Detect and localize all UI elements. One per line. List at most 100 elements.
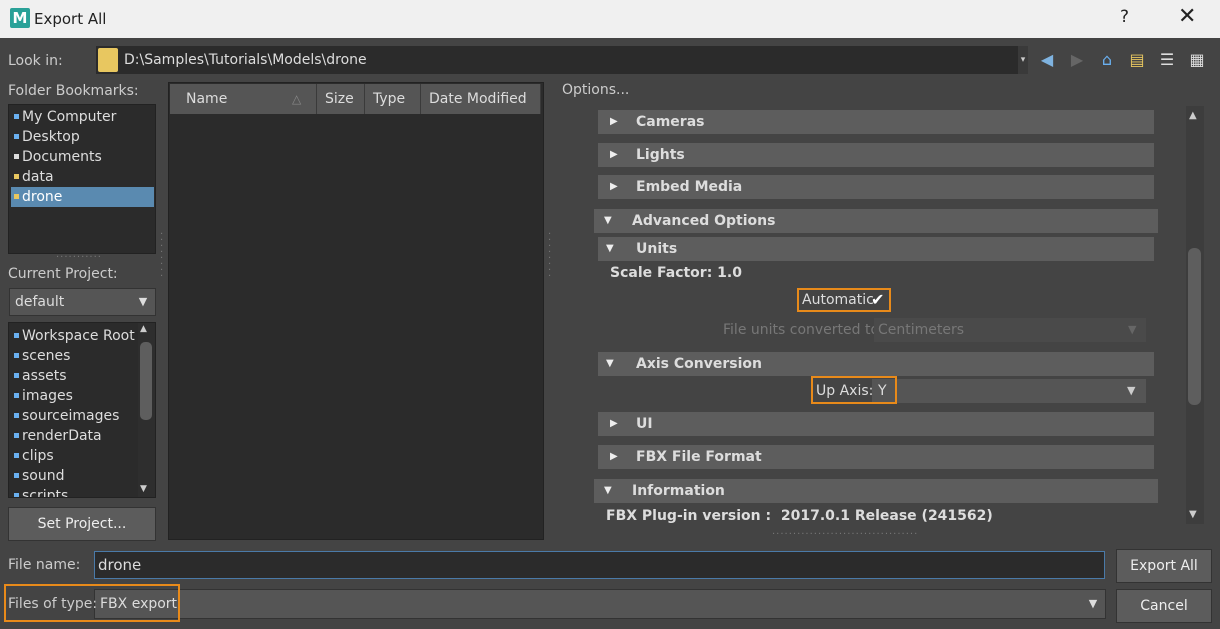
workspace-item-label: Workspace Root xyxy=(22,328,135,344)
workspace-item-label: scenes xyxy=(22,348,71,364)
bookmark-label: data xyxy=(22,169,54,185)
set-project-button[interactable]: Set Project... xyxy=(8,507,156,541)
workspace-item[interactable]: clips xyxy=(11,446,154,466)
section-information[interactable]: ▼ Information xyxy=(594,479,1158,503)
splitter-handle[interactable]: · · · · · · · · xyxy=(160,230,166,282)
bookmark-documents[interactable]: Documents xyxy=(11,147,154,167)
file-name-input[interactable]: drone xyxy=(94,551,1105,579)
folder-icon xyxy=(14,194,19,199)
up-axis-select[interactable] xyxy=(872,379,1146,403)
column-header-label: Size xyxy=(325,91,354,107)
folder-icon xyxy=(14,353,19,358)
scroll-up-icon[interactable]: ▲ xyxy=(1189,110,1197,121)
column-header-date-modified[interactable]: Date Modified xyxy=(421,84,541,114)
options-label: Options... xyxy=(562,82,630,98)
column-header-label: Date Modified xyxy=(429,91,527,107)
workspace-item-label: sound xyxy=(22,468,65,484)
workspace-item[interactable]: scenes xyxy=(11,346,154,366)
section-embed-media[interactable]: ▶ Embed Media xyxy=(598,175,1154,199)
column-header-name[interactable]: Name △ xyxy=(170,84,317,114)
section-label: UI xyxy=(636,416,653,432)
documents-icon xyxy=(14,154,19,159)
bookmark-my-computer[interactable]: My Computer xyxy=(11,107,154,127)
workspace-list[interactable]: Workspace Root scenes assets images sour… xyxy=(8,322,156,498)
workspace-item[interactable]: Workspace Root xyxy=(11,326,154,346)
folder-icon xyxy=(14,493,19,497)
folder-icon xyxy=(14,373,19,378)
title-bar: M Export All ? ✕ xyxy=(0,0,1220,38)
new-folder-icon[interactable]: ▤ xyxy=(1126,49,1148,71)
file-units-label: File units converted to: xyxy=(723,322,884,338)
bookmark-label: Desktop xyxy=(22,129,80,145)
bookmark-desktop[interactable]: Desktop xyxy=(11,127,154,147)
scroll-down-icon[interactable]: ▼ xyxy=(1189,509,1197,520)
folder-icon xyxy=(14,453,19,458)
workspace-item[interactable]: sourceimages xyxy=(11,406,154,426)
bookmark-label: drone xyxy=(22,189,63,205)
current-project-label: Current Project: xyxy=(8,266,118,282)
workspace-scroll-thumb[interactable] xyxy=(140,342,152,420)
bookmarks-list[interactable]: My Computer Desktop Documents data drone xyxy=(8,104,156,254)
file-list[interactable] xyxy=(168,82,544,540)
folder-bookmarks-label: Folder Bookmarks: xyxy=(8,83,139,99)
scroll-down-icon[interactable]: ▼ xyxy=(140,484,147,494)
scroll-up-icon[interactable]: ▲ xyxy=(140,324,147,334)
folder-icon xyxy=(14,473,19,478)
chevron-down-icon[interactable]: ▼ xyxy=(1082,590,1104,618)
chevron-down-icon: ▼ xyxy=(604,485,612,496)
section-fbx-file-format[interactable]: ▶ FBX File Format xyxy=(598,445,1154,469)
up-folder-icon[interactable]: ⌂ xyxy=(1096,49,1118,71)
automatic-checkbox[interactable]: ✔ xyxy=(871,290,884,309)
options-scroll-thumb[interactable] xyxy=(1188,248,1201,405)
workspace-item[interactable]: assets xyxy=(11,366,154,386)
splitter-handle[interactable]: ··········· xyxy=(56,252,102,263)
path-dropdown-button[interactable]: ▾ xyxy=(1018,46,1028,74)
workspace-item[interactable]: renderData xyxy=(11,426,154,446)
section-lights[interactable]: ▶ Lights xyxy=(598,143,1154,167)
section-cameras[interactable]: ▶ Cameras xyxy=(598,110,1154,134)
file-type-select[interactable] xyxy=(94,589,1106,619)
forward-icon[interactable]: ▶ xyxy=(1066,49,1088,71)
section-label: Advanced Options xyxy=(632,213,776,229)
detail-view-icon[interactable]: ▦ xyxy=(1186,49,1208,71)
folder-icon xyxy=(14,413,19,418)
bookmark-label: Documents xyxy=(22,149,102,165)
desktop-icon xyxy=(14,134,19,139)
file-type-label: Files of type: xyxy=(8,596,98,612)
column-header-size[interactable]: Size xyxy=(317,84,365,114)
chevron-right-icon: ▶ xyxy=(610,149,618,160)
workspace-item-label: scripts xyxy=(22,488,69,498)
close-button[interactable]: ✕ xyxy=(1178,4,1196,29)
workspace-item[interactable]: scripts xyxy=(11,486,154,498)
automatic-label: Automatic xyxy=(802,292,874,308)
section-ui[interactable]: ▶ UI xyxy=(598,412,1154,436)
app-icon: M xyxy=(10,8,30,28)
section-units[interactable]: ▼ Units xyxy=(598,237,1154,261)
bookmark-label: My Computer xyxy=(22,109,117,125)
cancel-button[interactable]: Cancel xyxy=(1116,589,1212,623)
export-all-button[interactable]: Export All xyxy=(1116,549,1212,583)
splitter-handle[interactable]: ··································· xyxy=(772,529,918,540)
help-button[interactable]: ? xyxy=(1120,7,1129,27)
section-label: Units xyxy=(636,241,678,257)
file-type-value: FBX export xyxy=(100,596,178,612)
bookmark-drone[interactable]: drone xyxy=(11,187,154,207)
splitter-handle[interactable]: · · · · · · · · xyxy=(548,230,554,282)
list-view-icon[interactable]: ☰ xyxy=(1156,49,1178,71)
chevron-down-icon: ▼ xyxy=(1128,323,1137,336)
scale-factor-text: Scale Factor: 1.0 xyxy=(610,265,742,281)
folder-icon xyxy=(14,174,19,179)
section-advanced-options[interactable]: ▼ Advanced Options xyxy=(594,209,1158,233)
back-icon[interactable]: ◀ xyxy=(1036,49,1058,71)
chevron-down-icon: ▼ xyxy=(606,243,614,254)
section-label: Information xyxy=(632,483,725,499)
look-in-label: Look in: xyxy=(8,53,63,69)
section-axis-conversion[interactable]: ▼ Axis Conversion xyxy=(598,352,1154,376)
plugin-version-text: FBX Plug-in version : 2017.0.1 Release (… xyxy=(606,508,993,524)
path-text[interactable]: D:\Samples\Tutorials\Models\drone xyxy=(124,52,367,68)
workspace-item[interactable]: images xyxy=(11,386,154,406)
column-header-type[interactable]: Type xyxy=(365,84,421,114)
chevron-down-icon[interactable]: ▼ xyxy=(131,289,155,315)
bookmark-data[interactable]: data xyxy=(11,167,154,187)
workspace-item[interactable]: sound xyxy=(11,466,154,486)
